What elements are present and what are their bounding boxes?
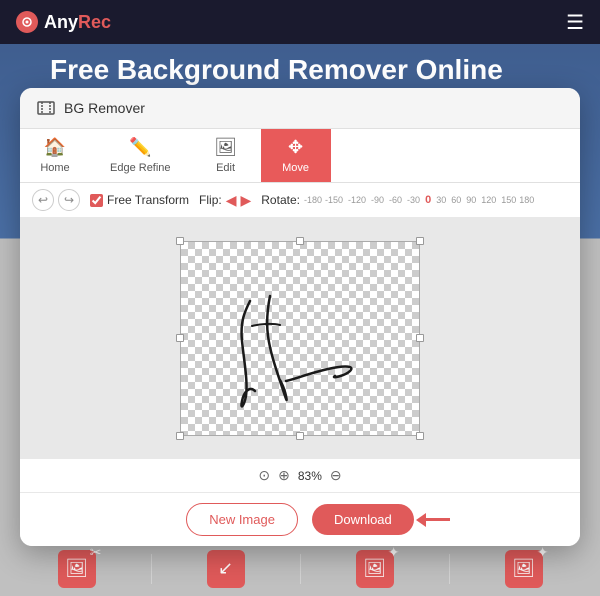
new-image-button[interactable]: New Image (186, 503, 298, 536)
arrow-shaft (426, 518, 450, 521)
icon-divider-3 (449, 554, 450, 584)
image-star-icon: 🖼 (363, 558, 386, 579)
handle-top-left[interactable] (176, 237, 184, 245)
handle-top-right[interactable] (416, 237, 424, 245)
home-icon: 🏠 (44, 137, 66, 158)
handle-middle-right[interactable] (416, 334, 424, 342)
flip-horizontal-button[interactable]: ◀ (226, 192, 237, 209)
signature-image (180, 241, 420, 436)
handle-bottom-left[interactable] (176, 432, 184, 440)
reset-view-icon[interactable]: ⊙ (258, 467, 270, 484)
rotate-label: Rotate: (261, 193, 300, 207)
download-button-wrapper: Download (312, 504, 414, 535)
icon-divider-1 (151, 554, 152, 584)
bottom-icon-3: 🖼 ✦ (356, 550, 394, 588)
edge-refine-icon: ✏️ (129, 137, 151, 158)
image-remove-icon: 🖼 (65, 558, 88, 579)
flip-section: Flip: ◀ ▶ (199, 192, 251, 209)
icon-divider-2 (300, 554, 301, 584)
download-arrow-indicator (416, 513, 450, 527)
bottom-icon-box-1: 🖼 ✂ (58, 550, 96, 588)
zoom-percent: 83% (298, 469, 322, 483)
zoom-bar: ⊙ ⊕ 83% ⊖ (20, 458, 580, 492)
rotate-ruler[interactable]: -180 -150 -120 -90 -60 -30 0 30 60 90 12… (304, 194, 534, 206)
image-arrow-icon: ↙ (218, 558, 233, 579)
undo-redo-group: ↩ ↪ (32, 189, 80, 211)
handle-bottom-center[interactable] (296, 432, 304, 440)
canvas-area[interactable] (20, 218, 580, 458)
bottom-icon-2: ↙ (207, 550, 245, 588)
bottom-icon-box-2: ↙ (207, 550, 245, 588)
undo-button[interactable]: ↩ (32, 189, 54, 211)
logo-text: AnyRec (44, 12, 111, 33)
tab-edit[interactable]: 🖼 Edit (191, 129, 261, 182)
image-sparkle-icon: 🖼 (512, 558, 535, 579)
menu-icon[interactable]: ☰ (566, 10, 584, 35)
image-container[interactable] (180, 241, 420, 436)
tab-edge-refine[interactable]: ✏️ Edge Refine (90, 129, 191, 182)
modal-title: BG Remover (64, 100, 145, 116)
top-nav: AnyRec ☰ (0, 0, 600, 44)
bg-remover-icon (36, 98, 56, 118)
bottom-icon-box-4: 🖼 ✦ (505, 550, 543, 588)
free-transform-checkbox[interactable] (90, 194, 103, 207)
tab-home[interactable]: 🏠 Home (20, 129, 90, 182)
zoom-in-icon[interactable]: ⊕ (278, 467, 290, 484)
zoom-out-icon[interactable]: ⊖ (330, 467, 342, 484)
redo-button[interactable]: ↪ (58, 189, 80, 211)
flip-vertical-button[interactable]: ▶ (240, 192, 251, 209)
icon-badge-1: ✂ (90, 544, 102, 561)
icon-badge-3: ✦ (388, 544, 400, 561)
modal-header: BG Remover (20, 88, 580, 129)
bottom-bar: New Image Download (20, 492, 580, 546)
free-transform-label: Free Transform (107, 193, 189, 207)
tab-move[interactable]: ✥ Move (261, 129, 331, 182)
bottom-icon-box-3: 🖼 ✦ (356, 550, 394, 588)
download-button[interactable]: Download (312, 504, 414, 535)
rotate-section: Rotate: -180 -150 -120 -90 -60 -30 0 30 … (261, 193, 568, 207)
bottom-icon-4: 🖼 ✦ (505, 550, 543, 588)
icon-badge-4: ✦ (537, 544, 549, 561)
bottom-icon-1: 🖼 ✂ (58, 550, 96, 588)
arrow-head (416, 513, 426, 527)
flip-label: Flip: (199, 193, 222, 207)
page-title: Free Background Remover Online (50, 54, 503, 86)
handle-middle-left[interactable] (176, 334, 184, 342)
modal-window: BG Remover 🏠 Home ✏️ Edge Refine 🖼 Edit … (20, 88, 580, 546)
free-transform-toggle[interactable]: Free Transform (90, 193, 189, 207)
toolbar-tabs: 🏠 Home ✏️ Edge Refine 🖼 Edit ✥ Move (20, 129, 580, 183)
options-bar: ↩ ↪ Free Transform Flip: ◀ ▶ Rotate: -18… (20, 183, 580, 218)
edit-icon: 🖼 (214, 137, 237, 158)
logo-area: AnyRec (16, 11, 111, 33)
handle-top-center[interactable] (296, 237, 304, 245)
logo-icon (16, 11, 38, 33)
move-icon: ✥ (288, 137, 303, 158)
bottom-icons-bar: 🖼 ✂ ↙ 🖼 ✦ 🖼 ✦ (0, 541, 600, 596)
handle-bottom-right[interactable] (416, 432, 424, 440)
